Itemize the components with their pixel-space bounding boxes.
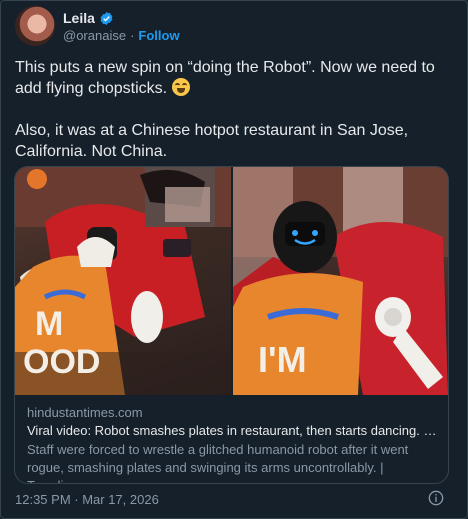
follow-button[interactable]: Follow	[138, 28, 179, 43]
card-title[interactable]: Viral video: Robot smashes plates in res…	[27, 423, 437, 441]
link-card[interactable]: M OOD I'M hindustantimes.com Viral video…	[14, 166, 449, 484]
separator-dot: ·	[130, 28, 135, 43]
author-avatar[interactable]	[15, 6, 55, 46]
author-name-row: Leila	[63, 9, 114, 27]
card-description: Staff were forced to wrestle a glitched …	[27, 442, 409, 483]
card-domain: hindustantimes.com	[27, 405, 143, 420]
tears-of-joy-emoji-icon	[171, 78, 190, 96]
author-name[interactable]: Leila	[63, 10, 95, 26]
svg-text:I'M: I'M	[258, 339, 307, 380]
robot-scene-left-illustration: M OOD	[15, 167, 231, 395]
tweet-text: This puts a new spin on “doing the Robot…	[15, 57, 455, 162]
card-meta: hindustantimes.com Viral video: Robot sm…	[27, 405, 437, 483]
handle-row: @oranaise · Follow	[63, 28, 180, 43]
card-image-right[interactable]: I'M	[232, 167, 448, 395]
card-image-left[interactable]: M OOD	[15, 167, 231, 395]
tweet-card: Leila @oranaise · Follow This puts a new…	[0, 0, 468, 519]
card-media[interactable]: M OOD I'M	[15, 167, 448, 395]
verified-badge-icon	[100, 11, 113, 25]
tweet-paragraph-1: This puts a new spin on “doing the Robot…	[15, 59, 435, 97]
author-handle[interactable]: @oranaise	[63, 28, 126, 43]
svg-text:OOD: OOD	[23, 343, 100, 381]
info-icon[interactable]	[428, 490, 444, 506]
tweet-paragraph-2: Also, it was at a Chinese hotpot restaur…	[15, 122, 409, 160]
svg-text:M: M	[35, 305, 63, 343]
robot-scene-right-illustration: I'M	[232, 167, 448, 395]
tweet-timestamp[interactable]: 12:35 PM · Mar 17, 2026	[15, 492, 159, 507]
